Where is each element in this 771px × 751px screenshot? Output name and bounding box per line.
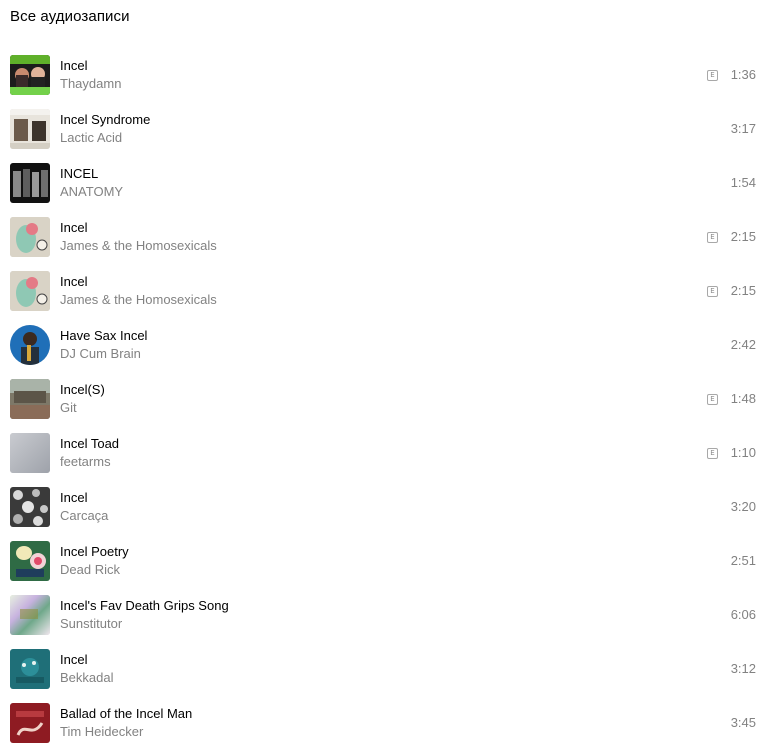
track-info: Incel Thaydamn xyxy=(60,57,660,93)
track-duration: 6:06 xyxy=(730,607,756,622)
track-duration: 2:15 xyxy=(730,283,756,298)
track-title[interactable]: Incel Poetry xyxy=(60,543,660,561)
track-duration: 1:48 xyxy=(730,391,756,406)
track-title[interactable]: Incel(S) xyxy=(60,381,660,399)
track-info: Incel(S) Git xyxy=(60,381,660,417)
track-row[interactable]: Incel Thaydamn E 1:36 xyxy=(0,49,771,103)
album-cover-james-icon[interactable] xyxy=(10,217,50,257)
track-info: Ballad of the Incel Man Tim Heidecker xyxy=(60,705,660,741)
track-list: Incel Thaydamn E 1:36 Incel Syndrome Lac… xyxy=(0,49,771,751)
track-info: Incel Syndrome Lactic Acid xyxy=(60,111,660,147)
album-cover-dead-rick-icon[interactable] xyxy=(10,541,50,581)
page-title: Все аудиозаписи xyxy=(10,8,130,25)
track-title[interactable]: Incel xyxy=(60,219,660,237)
track-duration: 3:12 xyxy=(730,661,756,676)
track-artist[interactable]: Thaydamn xyxy=(60,75,660,93)
track-artist[interactable]: Bekkadal xyxy=(60,669,660,687)
album-cover-sunstitutor-icon[interactable] xyxy=(10,595,50,635)
track-row[interactable]: Incel Carcaça 3:20 xyxy=(0,481,771,535)
track-artist[interactable]: Sunstitutor xyxy=(60,615,660,633)
track-info: Incel Bekkadal xyxy=(60,651,660,687)
track-row[interactable]: Ballad of the Incel Man Tim Heidecker 3:… xyxy=(0,697,771,751)
track-title[interactable]: Incel Syndrome xyxy=(60,111,660,129)
album-cover-lactic-acid-icon[interactable] xyxy=(10,109,50,149)
track-duration: 2:51 xyxy=(730,553,756,568)
track-info: Incel's Fav Death Grips Song Sunstitutor xyxy=(60,597,660,633)
album-cover-tim-heidecker-icon[interactable] xyxy=(10,703,50,743)
album-cover-feetarms-icon[interactable] xyxy=(10,433,50,473)
track-duration: 1:54 xyxy=(730,175,756,190)
track-info: Incel Carcaça xyxy=(60,489,660,525)
track-info: INCEL ANATOMY xyxy=(60,165,660,201)
track-row[interactable]: Incel James & the Homosexicals E 2:15 xyxy=(0,211,771,265)
track-info: Have Sax Incel DJ Cum Brain xyxy=(60,327,660,363)
track-duration: 2:42 xyxy=(730,337,756,352)
explicit-icon: E xyxy=(707,286,718,297)
track-info: Incel Toad feetarms xyxy=(60,435,660,471)
track-info: Incel James & the Homosexicals xyxy=(60,273,660,309)
track-row[interactable]: Incel Bekkadal 3:12 xyxy=(0,643,771,697)
track-artist[interactable]: Lactic Acid xyxy=(60,129,660,147)
track-duration: 2:15 xyxy=(730,229,756,244)
album-cover-dj-cum-brain-icon[interactable] xyxy=(10,325,50,365)
track-duration: 1:10 xyxy=(730,445,756,460)
album-cover-anatomy-icon[interactable] xyxy=(10,163,50,203)
track-artist[interactable]: DJ Cum Brain xyxy=(60,345,660,363)
track-duration: 1:36 xyxy=(730,67,756,82)
track-row[interactable]: Incel James & the Homosexicals E 2:15 xyxy=(0,265,771,319)
track-artist[interactable]: Tim Heidecker xyxy=(60,723,660,741)
album-cover-bekkadal-icon[interactable] xyxy=(10,649,50,689)
track-row[interactable]: INCEL ANATOMY 1:54 xyxy=(0,157,771,211)
track-artist[interactable]: Dead Rick xyxy=(60,561,660,579)
track-title[interactable]: Incel Toad xyxy=(60,435,660,453)
track-row[interactable]: Incel Toad feetarms E 1:10 xyxy=(0,427,771,481)
explicit-icon: E xyxy=(707,394,718,405)
track-duration: 3:20 xyxy=(730,499,756,514)
track-row[interactable]: Incel(S) Git E 1:48 xyxy=(0,373,771,427)
track-artist[interactable]: ANATOMY xyxy=(60,183,660,201)
album-cover-james-icon[interactable] xyxy=(10,271,50,311)
explicit-icon: E xyxy=(707,448,718,459)
track-artist[interactable]: James & the Homosexicals xyxy=(60,291,660,309)
track-title[interactable]: Incel's Fav Death Grips Song xyxy=(60,597,660,615)
album-cover-thaydamn-icon[interactable] xyxy=(10,55,50,95)
track-duration: 3:17 xyxy=(730,121,756,136)
track-title[interactable]: Incel xyxy=(60,273,660,291)
track-artist[interactable]: Git xyxy=(60,399,660,417)
track-artist[interactable]: Carcaça xyxy=(60,507,660,525)
track-duration: 3:45 xyxy=(730,715,756,730)
album-cover-carcaca-icon[interactable] xyxy=(10,487,50,527)
track-info: Incel James & the Homosexicals xyxy=(60,219,660,255)
track-title[interactable]: Have Sax Incel xyxy=(60,327,660,345)
track-artist[interactable]: feetarms xyxy=(60,453,660,471)
track-row[interactable]: Incel Poetry Dead Rick 2:51 xyxy=(0,535,771,589)
track-title[interactable]: Ballad of the Incel Man xyxy=(60,705,660,723)
track-title[interactable]: INCEL xyxy=(60,165,660,183)
track-artist[interactable]: James & the Homosexicals xyxy=(60,237,660,255)
track-info: Incel Poetry Dead Rick xyxy=(60,543,660,579)
track-row[interactable]: Have Sax Incel DJ Cum Brain 2:42 xyxy=(0,319,771,373)
track-title[interactable]: Incel xyxy=(60,57,660,75)
explicit-icon: E xyxy=(707,232,718,243)
track-title[interactable]: Incel xyxy=(60,651,660,669)
explicit-icon: E xyxy=(707,70,718,81)
track-title[interactable]: Incel xyxy=(60,489,660,507)
track-row[interactable]: Incel Syndrome Lactic Acid 3:17 xyxy=(0,103,771,157)
track-row[interactable]: Incel's Fav Death Grips Song Sunstitutor… xyxy=(0,589,771,643)
album-cover-git-icon[interactable] xyxy=(10,379,50,419)
